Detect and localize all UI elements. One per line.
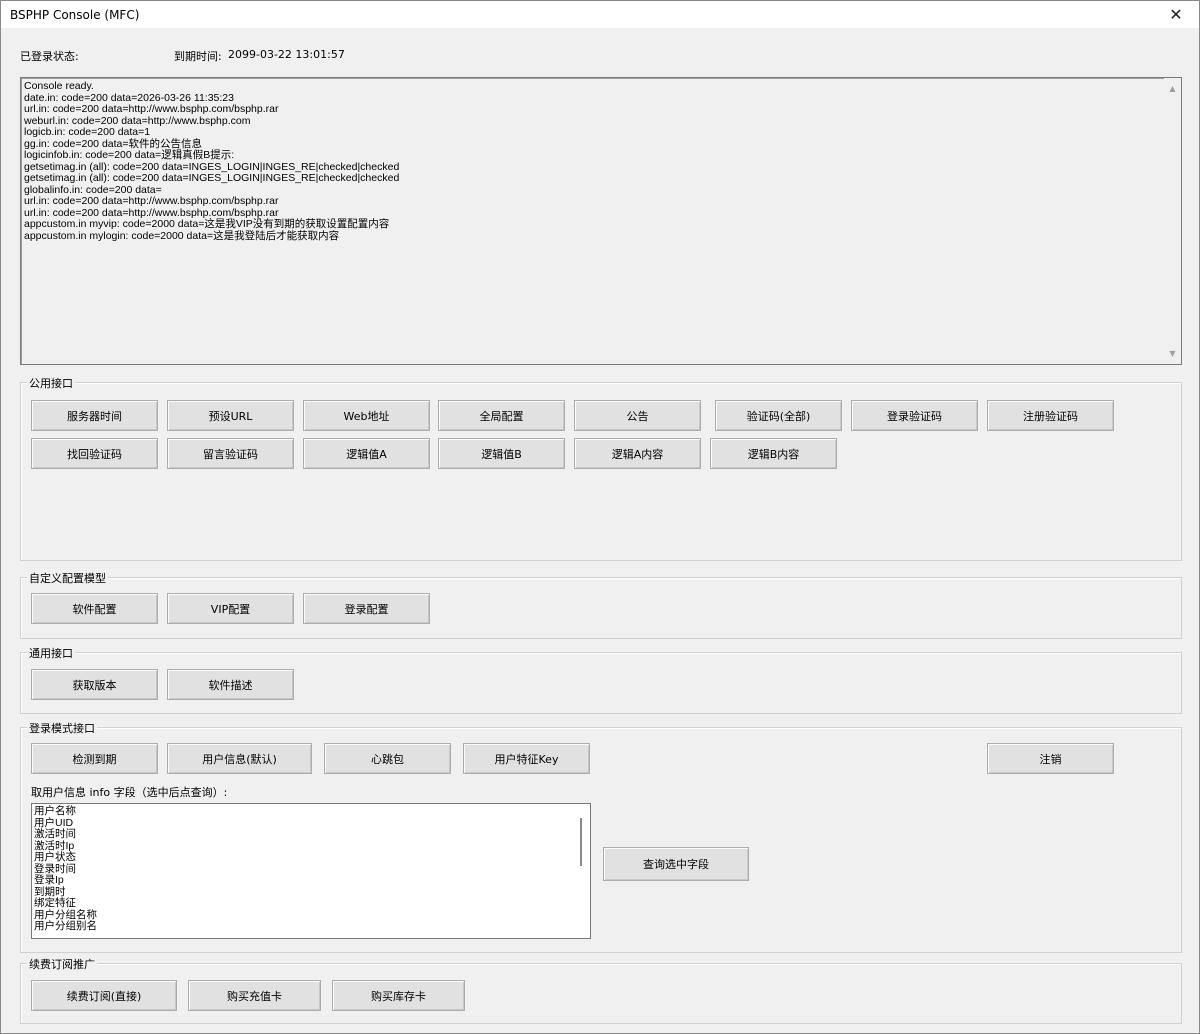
login-config-button[interactable]: 登录配置 <box>303 593 430 624</box>
console-line: Console ready. <box>24 81 94 92</box>
scroll-up-icon[interactable]: ▲ <box>1164 80 1181 97</box>
query-field-button[interactable]: 查询选中字段 <box>603 847 749 881</box>
server-time-button[interactable]: 服务器时间 <box>31 400 158 431</box>
logic-a-button[interactable]: 逻辑值A <box>303 438 430 469</box>
renew-label: 续费订阅推广 <box>27 956 97 972</box>
recover-captcha-button[interactable]: 找回验证码 <box>31 438 158 469</box>
logic-a-content-button[interactable]: 逻辑A内容 <box>574 438 701 469</box>
list-item[interactable]: 登录Ip <box>34 874 97 887</box>
message-captcha-button[interactable]: 留言验证码 <box>167 438 294 469</box>
close-icon: ✕ <box>1169 5 1183 24</box>
info-field-list[interactable]: 用户名称 用户UID 激活时间 激活时Ip 用户状态 登录时间 登录Ip 到期时 绑定特征 用户分… <box>31 803 591 939</box>
public-api-label: 公用接口 <box>27 375 75 391</box>
user-info-default-button[interactable]: 用户信息(默认) <box>167 743 312 774</box>
console-line: getsetimag.in (all): code=200 data=INGES… <box>24 172 400 184</box>
console-line: appcustom.in myvip: code=2000 data=这是我VI… <box>24 218 390 230</box>
info-field-label: 取用户信息 info 字段（选中后点查询）: <box>31 786 228 799</box>
software-description-button[interactable]: 软件描述 <box>167 669 294 700</box>
scroll-down-icon[interactable]: ▼ <box>1164 345 1181 362</box>
user-feature-key-button[interactable]: 用户特征Key <box>463 743 590 774</box>
console-line: appcustom.in mylogin: code=2000 data=这是我… <box>24 229 340 242</box>
captcha-all-button[interactable]: 验证码(全部) <box>715 400 842 431</box>
list-scroll-thumb[interactable] <box>580 818 582 866</box>
buy-recharge-card-button[interactable]: 购买充值卡 <box>188 980 321 1011</box>
heartbeat-button[interactable]: 心跳包 <box>324 743 451 774</box>
notice-button[interactable]: 公告 <box>574 400 701 431</box>
console-line: logicb.in: code=200 data=1 <box>24 126 151 138</box>
console-scrollbar[interactable]: ▲ ▼ <box>1164 78 1181 364</box>
custom-config-label: 自定义配置模型 <box>27 570 108 586</box>
title-bar: BSPHP Console (MFC) ✕ <box>1 1 1199 28</box>
logic-b-button[interactable]: 逻辑值B <box>438 438 565 469</box>
global-config-button[interactable]: 全局配置 <box>438 400 565 431</box>
login-captcha-button[interactable]: 登录验证码 <box>851 400 978 431</box>
list-item[interactable]: 用户状态 <box>34 851 97 864</box>
software-config-button[interactable]: 软件配置 <box>31 593 158 624</box>
vip-config-button[interactable]: VIP配置 <box>167 593 294 624</box>
info-field-items: 用户名称 用户UID 激活时间 激活时Ip 用户状态 登录时间 登录Ip 到期时 绑定特征 用户分… <box>34 805 97 933</box>
expire-label: 到期时间: <box>174 50 222 63</box>
list-item[interactable]: 绑定特征 <box>34 897 97 910</box>
expire-value: 2099-03-22 13:01:57 <box>228 48 345 61</box>
list-item[interactable]: 用户分组别名 <box>34 920 97 933</box>
list-scrollbar[interactable] <box>573 804 590 938</box>
console-line: url.in: code=200 data=http://www.bsphp.c… <box>24 195 279 207</box>
close-button[interactable]: ✕ <box>1153 1 1199 28</box>
console-line: weburl.in: code=200 data=http://www.bsph… <box>24 114 251 127</box>
buy-stock-card-button[interactable]: 购买库存卡 <box>332 980 465 1011</box>
main-window: BSPHP Console (MFC) ✕ 已登录状态: 到期时间: 2099-… <box>0 0 1200 1034</box>
logout-button[interactable]: 注销 <box>987 743 1114 774</box>
console-line: url.in: code=200 data=http://www.bsphp.c… <box>24 103 279 115</box>
web-address-button[interactable]: Web地址 <box>303 400 430 431</box>
list-item[interactable]: 用户名称 <box>34 805 97 818</box>
login-status-label: 已登录状态: <box>20 50 79 63</box>
renew-direct-button[interactable]: 续费订阅(直接) <box>31 980 177 1011</box>
logic-b-content-button[interactable]: 逻辑B内容 <box>710 438 837 469</box>
login-api-label: 登录模式接口 <box>27 720 97 736</box>
check-expiry-button[interactable]: 检测到期 <box>31 743 158 774</box>
window-title: BSPHP Console (MFC) <box>10 8 140 22</box>
general-api-label: 通用接口 <box>27 645 75 661</box>
register-captcha-button[interactable]: 注册验证码 <box>987 400 1114 431</box>
preset-url-button[interactable]: 预设URL <box>167 400 294 431</box>
get-version-button[interactable]: 获取版本 <box>31 669 158 700</box>
console-text: Console ready. date.in: code=200 data=202… <box>24 81 1159 361</box>
console-output[interactable]: Console ready. date.in: code=200 data=202… <box>20 77 1182 365</box>
list-item[interactable]: 激活时间 <box>34 828 97 841</box>
console-line: logicinfob.in: code=200 data=逻辑真假B提示: <box>24 149 235 161</box>
